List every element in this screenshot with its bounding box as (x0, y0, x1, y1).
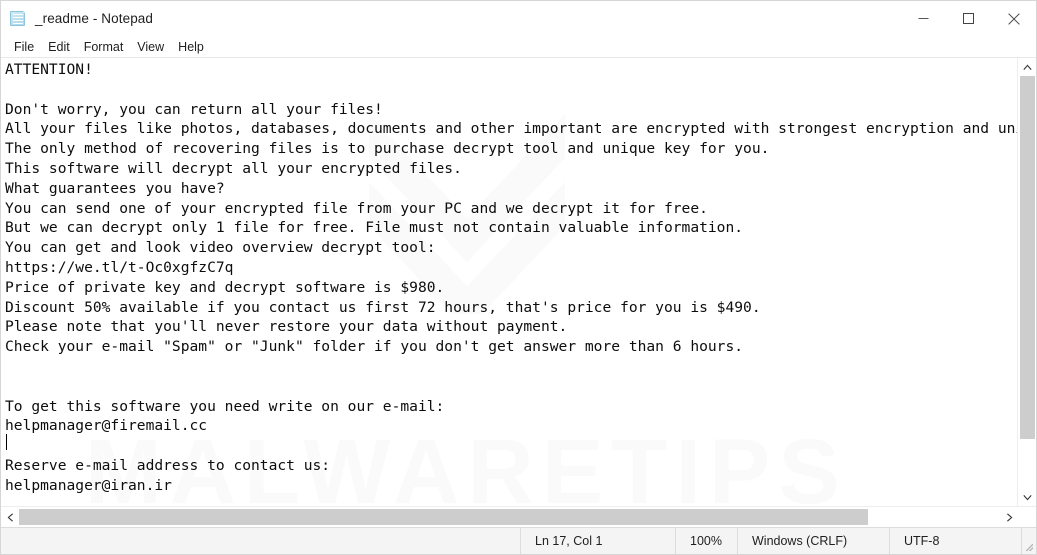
menu-item-view[interactable]: View (130, 37, 171, 57)
menu-item-format[interactable]: Format (77, 37, 131, 57)
chevron-left-icon[interactable] (1, 507, 19, 527)
chevron-up-icon[interactable] (1018, 58, 1036, 76)
horizontal-scrollbar-thumb[interactable] (19, 509, 868, 525)
menu-item-edit[interactable]: Edit (41, 37, 77, 57)
status-bar-spacer (1, 528, 520, 554)
menu-item-help[interactable]: Help (171, 37, 211, 57)
title-bar[interactable]: _readme - Notepad (1, 1, 1036, 36)
menu-item-file[interactable]: File (7, 37, 41, 57)
status-encoding[interactable]: UTF-8 (889, 528, 1021, 554)
notepad-document-icon (9, 9, 27, 28)
status-zoom-level[interactable]: 100% (675, 528, 737, 554)
text-editor[interactable]: MALWARETIPS ATTENTION! Don't worry, you … (1, 58, 1017, 506)
vertical-scrollbar-track[interactable] (1018, 76, 1036, 488)
vertical-scrollbar-thumb[interactable] (1020, 76, 1035, 439)
minimize-icon[interactable] (901, 1, 946, 36)
notepad-window: _readme - Notepad File Edit Format View … (0, 0, 1037, 555)
resize-grip-icon[interactable] (1021, 528, 1036, 554)
text-caret (6, 434, 7, 450)
readme-text-content[interactable]: ATTENTION! Don't worry, you can return a… (1, 58, 1017, 496)
chevron-right-icon[interactable] (1000, 507, 1018, 527)
editor-region: MALWARETIPS ATTENTION! Don't worry, you … (1, 58, 1036, 506)
chevron-down-icon[interactable] (1018, 488, 1036, 506)
maximize-icon[interactable] (946, 1, 991, 36)
menu-bar: File Edit Format View Help (1, 36, 1036, 58)
horizontal-scrollbar-track[interactable] (19, 507, 1000, 527)
scrollbar-corner (1018, 507, 1036, 527)
window-controls (901, 1, 1036, 36)
vertical-scrollbar[interactable] (1017, 58, 1036, 506)
status-bar: Ln 17, Col 1 100% Windows (CRLF) UTF-8 (1, 527, 1036, 554)
horizontal-scrollbar[interactable] (1, 506, 1036, 527)
status-line-ending[interactable]: Windows (CRLF) (737, 528, 889, 554)
close-icon[interactable] (991, 1, 1036, 36)
window-title: _readme - Notepad (35, 11, 154, 26)
status-cursor-position[interactable]: Ln 17, Col 1 (520, 528, 675, 554)
